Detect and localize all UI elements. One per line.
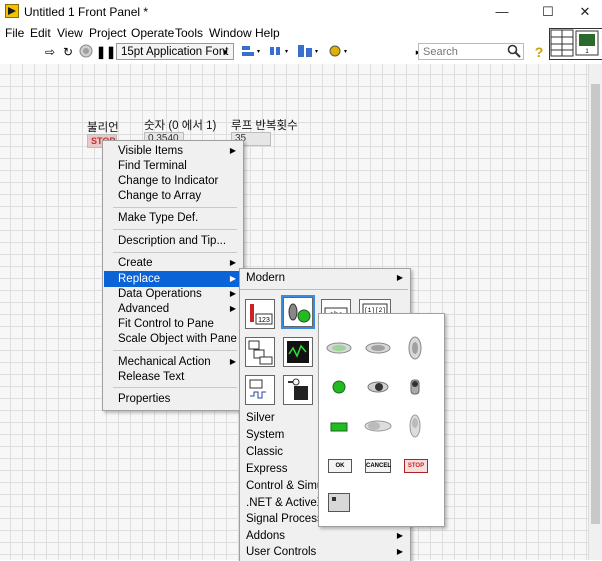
menu-item-change-to-indicator[interactable]: Change to Indicator	[104, 173, 242, 189]
abort-execution-icon[interactable]	[78, 44, 94, 60]
menu-item-data-operations[interactable]: Data Operations ▶	[104, 286, 242, 302]
palette-category-classic[interactable]: Classic	[241, 444, 321, 460]
maximize-button[interactable]: ☐	[528, 0, 568, 24]
search-icon[interactable]	[506, 44, 522, 60]
menu-item-change-to-array[interactable]: Change to Array	[104, 188, 242, 204]
list-table-tree-palette-icon[interactable]	[245, 337, 275, 367]
toolbar: ⇨ ↻ ❚❚ 15pt Application Font ▼ ▸ Search …	[0, 42, 548, 62]
system-boolean-icon[interactable]	[328, 493, 350, 512]
menu-item-visible-items[interactable]: Visible Items ▶	[104, 143, 242, 159]
submenu-arrow-icon: ▶	[396, 531, 403, 540]
help-icon[interactable]: ?	[531, 44, 547, 60]
submenu-arrow-icon: ▶	[396, 273, 403, 282]
numeric-indicator-label: 숫자 (0 에서 1)	[144, 120, 217, 132]
palette-modern-header[interactable]: Modern ▶	[241, 270, 409, 286]
submenu-arrow-icon: ▶	[229, 357, 236, 366]
chevron-down-icon: ▼	[221, 48, 229, 57]
submenu-arrow-icon: ▶	[229, 289, 236, 298]
title-bar: Untitled 1 Front Panel * — ☐ ✕	[0, 0, 602, 24]
submenu-arrow-icon: ▶	[396, 547, 403, 556]
menu-file[interactable]: File	[5, 26, 24, 40]
scrollbar-thumb[interactable]	[591, 84, 600, 524]
distribute-objects-icon[interactable]	[268, 44, 290, 60]
menu-item-create[interactable]: Create ▶	[104, 255, 242, 271]
palette-category-system[interactable]: System	[241, 427, 321, 443]
menu-separator	[113, 387, 237, 388]
font-selector[interactable]: 15pt Application Font ▼	[116, 43, 234, 60]
close-button[interactable]: ✕	[565, 0, 602, 24]
menu-item-mechanical-action[interactable]: Mechanical Action ▶	[104, 354, 242, 370]
menu-item-make-type-def[interactable]: Make Type Def.	[104, 210, 242, 226]
connector-pane-icon[interactable]: 1	[549, 28, 602, 60]
vertical-slide-switch-icon[interactable]	[409, 414, 421, 441]
menu-item-advanced[interactable]: Advanced ▶	[104, 301, 242, 317]
menu-item-release-text[interactable]: Release Text	[104, 369, 242, 385]
submenu-arrow-icon: ▶	[229, 146, 236, 155]
menu-tools[interactable]: Tools	[175, 26, 203, 40]
menu-help[interactable]: Help	[255, 26, 280, 40]
window-title: Untitled 1 Front Panel *	[24, 5, 149, 19]
cancel-button-icon[interactable]: CANCEL	[365, 459, 391, 473]
loop-count-label: 루프 반복횟수	[231, 120, 298, 132]
menu-separator	[113, 207, 237, 208]
labview-app-icon	[5, 4, 19, 18]
menu-item-replace[interactable]: Replace ▶	[104, 271, 242, 287]
submenu-arrow-icon: ▶	[229, 258, 236, 267]
boolean-control-label: 불리언	[87, 122, 119, 134]
minimize-button[interactable]: —	[482, 0, 522, 24]
reorder-icon[interactable]	[328, 44, 350, 60]
menu-item-fit-control-to-pane[interactable]: Fit Control to Pane	[104, 316, 242, 332]
run-arrow-icon[interactable]: ⇨	[42, 44, 58, 60]
pause-icon[interactable]: ❚❚	[96, 44, 116, 60]
menu-edit[interactable]: Edit	[30, 26, 51, 40]
run-continuously-icon[interactable]: ↻	[60, 44, 76, 60]
menu-operate[interactable]: Operate	[131, 26, 174, 40]
io-palette-icon[interactable]	[283, 375, 313, 405]
menu-view[interactable]: View	[57, 26, 83, 40]
numeric-palette-icon[interactable]: 123	[245, 299, 275, 329]
svg-text:123: 123	[258, 317, 270, 324]
palette-category-express[interactable]: Express	[241, 461, 321, 477]
menu-separator	[113, 252, 237, 253]
menu-item-properties[interactable]: Properties	[104, 391, 242, 407]
palette-category-addons[interactable]: Addons ▶	[241, 528, 409, 544]
stop-button-icon[interactable]: STOP	[404, 459, 428, 473]
ok-button-icon[interactable]: OK	[328, 459, 352, 473]
vertical-scrollbar[interactable]	[588, 64, 602, 560]
slide-switch-icon[interactable]	[364, 420, 392, 435]
menu-item-scale-object-with-pane[interactable]: Scale Object with Pane	[104, 331, 242, 347]
square-led-icon[interactable]	[330, 421, 348, 435]
context-menu: Visible Items ▶ Find Terminal Change to I…	[102, 140, 244, 411]
font-selector-value: 15pt Application Font	[121, 46, 229, 58]
menu-item-find-terminal[interactable]: Find Terminal	[104, 158, 242, 174]
round-led-icon[interactable]	[332, 380, 346, 397]
resize-objects-icon[interactable]	[296, 44, 320, 60]
vertical-rocker-icon[interactable]	[408, 336, 422, 363]
palette-category-silver[interactable]: Silver	[241, 410, 321, 426]
submenu-arrow-icon: ▶	[229, 274, 236, 283]
menu-window[interactable]: Window	[209, 26, 252, 40]
graph-palette-icon[interactable]	[283, 337, 313, 367]
vertical-toggle-switch-icon[interactable]	[408, 376, 422, 401]
palette-category-user-controls[interactable]: User Controls ▶	[241, 544, 409, 560]
toggle-switch-icon[interactable]	[366, 380, 390, 397]
menu-separator	[113, 350, 237, 351]
menu-bar: File Edit View Project Operate Tools Win…	[0, 24, 548, 42]
palette-divider	[240, 289, 408, 290]
menu-item-description-and-tip[interactable]: Description and Tip...	[104, 233, 242, 249]
oval-push-button-icon[interactable]	[326, 342, 352, 357]
rocker-button-icon[interactable]	[365, 342, 391, 357]
menu-separator	[113, 229, 237, 230]
submenu-arrow-icon: ▶	[229, 304, 236, 313]
align-objects-icon[interactable]	[240, 44, 262, 60]
boolean-palette-icon[interactable]	[281, 295, 315, 329]
ring-enum-palette-icon[interactable]	[245, 375, 275, 405]
boolean-sub-palette: OK CANCEL STOP	[318, 313, 445, 527]
menu-project[interactable]: Project	[89, 26, 126, 40]
